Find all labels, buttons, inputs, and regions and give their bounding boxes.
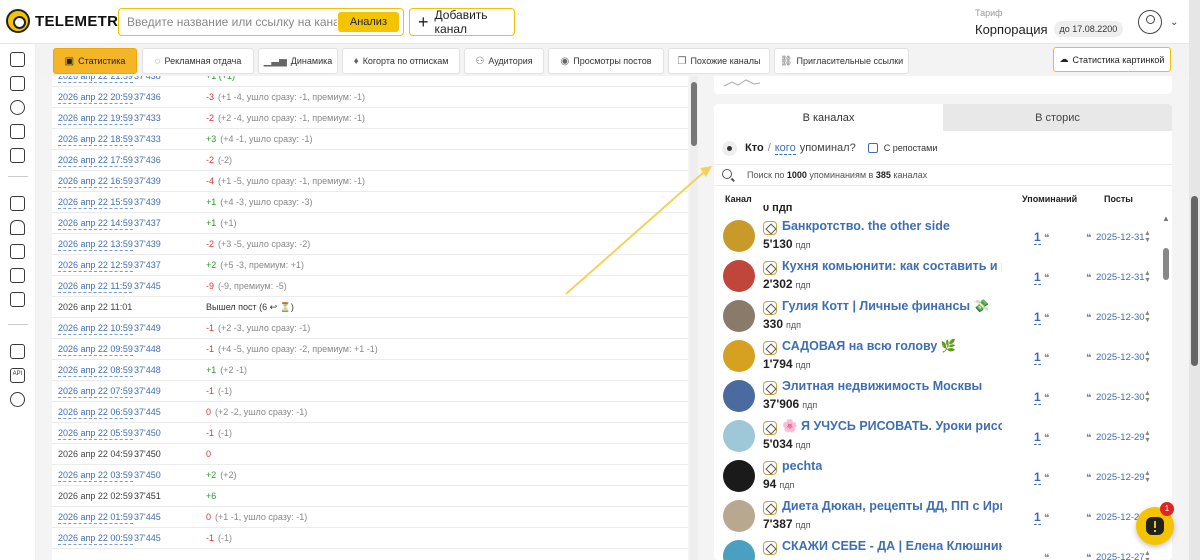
chat-badge: 1 xyxy=(1160,502,1174,516)
annotation-arrow xyxy=(565,166,712,295)
chat-icon xyxy=(1146,517,1164,535)
support-chat-button[interactable]: 1 xyxy=(1136,502,1174,545)
